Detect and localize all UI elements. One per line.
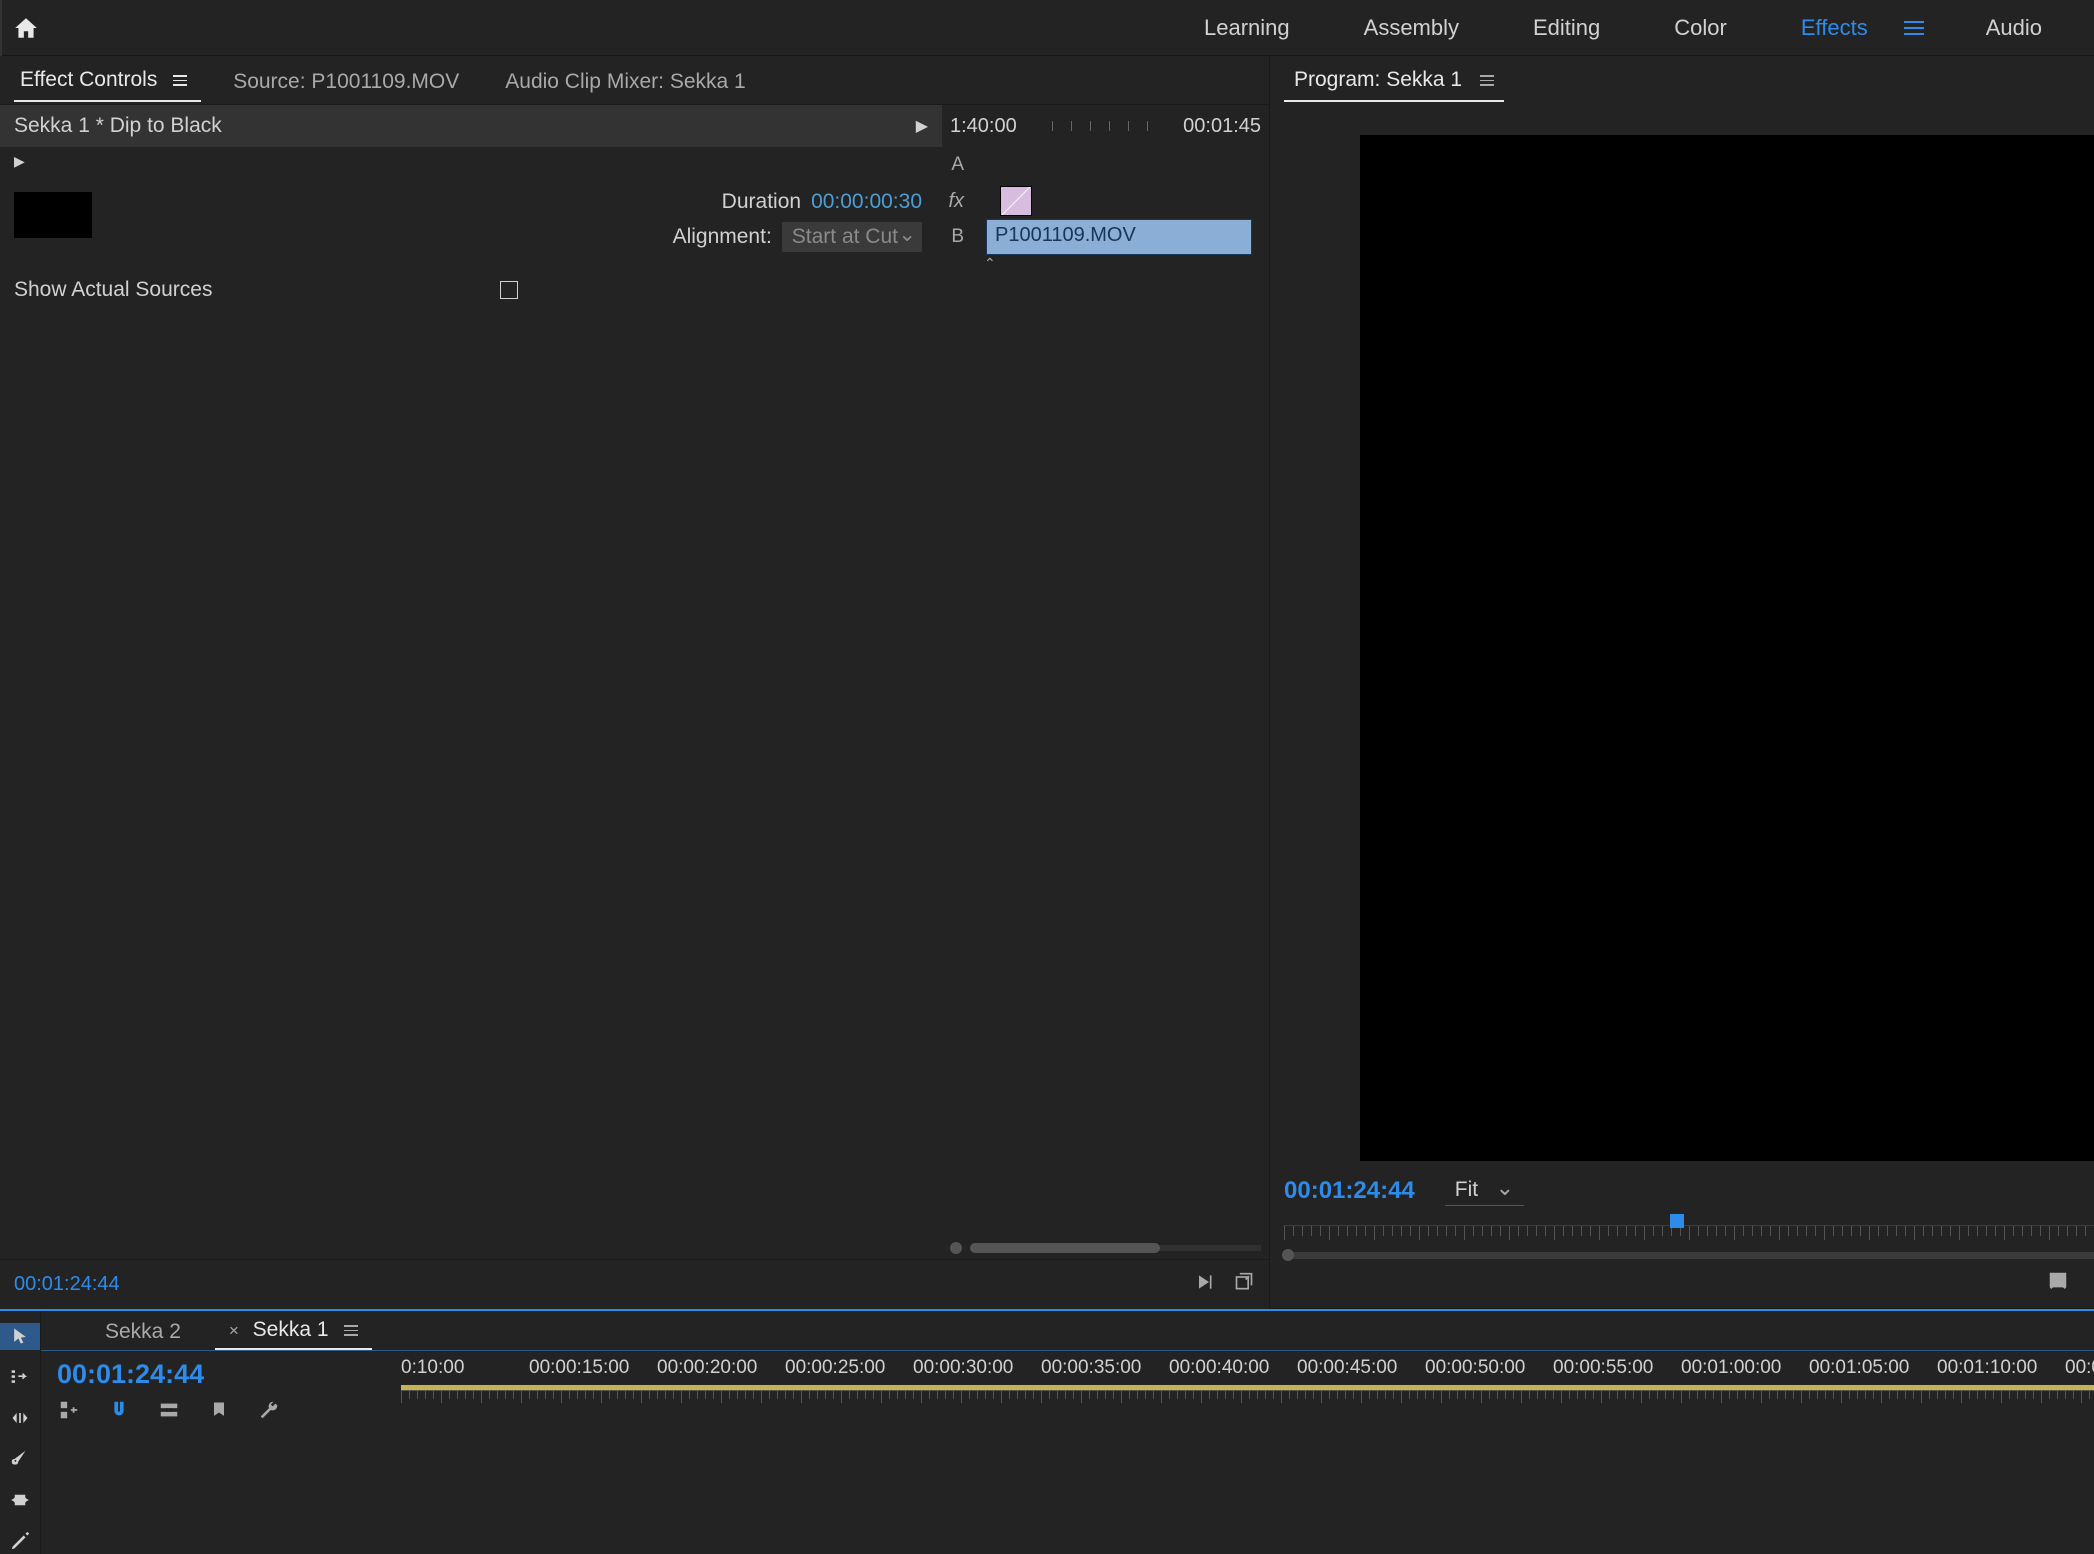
comparison-view-icon[interactable] bbox=[2046, 1270, 2070, 1298]
workspace-editing[interactable]: Editing bbox=[1501, 0, 1632, 56]
razor-tool[interactable] bbox=[0, 1445, 40, 1472]
ruler-label: 0:10:00 bbox=[401, 1357, 464, 1379]
timeline-timecode[interactable]: 00:01:24:44 bbox=[57, 1359, 385, 1390]
alignment-select[interactable]: Start at Cut bbox=[782, 222, 922, 252]
ripple-edit-tool[interactable] bbox=[0, 1405, 40, 1432]
tab-label: Sekka 1 bbox=[253, 1318, 329, 1341]
timeline-toolbar bbox=[0, 1311, 41, 1554]
program-video-canvas[interactable] bbox=[1360, 135, 2094, 1161]
workspace-learning[interactable]: Learning bbox=[1172, 0, 1322, 56]
program-timecode[interactable]: 00:01:24:44 bbox=[1284, 1177, 1415, 1205]
tab-label: Effect Controls bbox=[20, 68, 157, 91]
ruler-label: 00:00:40:00 bbox=[1169, 1357, 1269, 1379]
workspace-color[interactable]: Color bbox=[1642, 0, 1759, 56]
linked-selection-icon[interactable] bbox=[157, 1398, 181, 1422]
tab-label: Program: Sekka 1 bbox=[1294, 68, 1462, 91]
mini-time-right: 00:01:45 bbox=[1183, 115, 1261, 138]
program-scrollbar[interactable] bbox=[1284, 1252, 2094, 1259]
track-fx-label: fx bbox=[942, 190, 970, 213]
ruler-label: 00:00:35:00 bbox=[1041, 1357, 1141, 1379]
hamburger-icon[interactable] bbox=[1480, 75, 1494, 86]
program-panel: Program: Sekka 1 00:01:24:44 Fit } bbox=[1270, 56, 2094, 1309]
program-playhead-icon[interactable] bbox=[1670, 1214, 1684, 1228]
ruler-label: 00:01:10:00 bbox=[1937, 1357, 2037, 1379]
workspace-assembly[interactable]: Assembly bbox=[1332, 0, 1491, 56]
show-actual-sources-checkbox[interactable] bbox=[500, 281, 518, 299]
program-time-ruler[interactable] bbox=[1270, 1218, 2094, 1246]
ruler-label: 00:01:05:00 bbox=[1809, 1357, 1909, 1379]
selection-tool[interactable] bbox=[0, 1323, 40, 1350]
timeline-ruler-ticks bbox=[401, 1390, 2094, 1404]
pen-tool[interactable] bbox=[0, 1527, 40, 1554]
workspace-audio[interactable]: Audio bbox=[1954, 0, 2074, 56]
duration-label: Duration bbox=[722, 190, 801, 214]
track-select-tool[interactable] bbox=[0, 1364, 40, 1391]
tab-program[interactable]: Program: Sekka 1 bbox=[1284, 60, 1504, 102]
tab-label: Audio Clip Mixer: Sekka 1 bbox=[505, 70, 745, 93]
timeline-tab-sekka2[interactable]: Sekka 2 bbox=[91, 1314, 195, 1350]
transition-block[interactable] bbox=[1000, 186, 1032, 216]
show-actual-sources-label: Show Actual Sources bbox=[14, 278, 212, 302]
effect-controls-timecode[interactable]: 00:01:24:44 bbox=[14, 1273, 120, 1296]
snap-icon[interactable] bbox=[107, 1398, 131, 1422]
ruler-label: 00:00:25:00 bbox=[785, 1357, 885, 1379]
expand-icon[interactable]: ⌃ bbox=[942, 255, 1269, 272]
source-panel: Effect Controls Source: P1001109.MOV Aud… bbox=[0, 56, 1270, 1309]
tab-source[interactable]: Source: P1001109.MOV bbox=[227, 62, 473, 102]
tab-label: Source: P1001109.MOV bbox=[233, 70, 459, 93]
timeline-tab-sekka1[interactable]: × Sekka 1 bbox=[215, 1312, 373, 1350]
duration-value[interactable]: 00:00:00:30 bbox=[811, 190, 922, 214]
home-button[interactable] bbox=[0, 0, 50, 56]
tab-effect-controls[interactable]: Effect Controls bbox=[14, 60, 201, 102]
timeline-ruler[interactable]: 0:10:00 00:00:15:00 00:00:20:00 00:00:25:00… bbox=[401, 1351, 2094, 1385]
hamburger-icon[interactable] bbox=[173, 75, 187, 86]
play-icon[interactable]: ▶ bbox=[14, 153, 25, 170]
mini-ruler-ticks bbox=[1052, 121, 1148, 131]
track-a-label: A bbox=[942, 154, 970, 176]
effect-title: Sekka 1 * Dip to Black bbox=[14, 114, 222, 138]
mini-time-left: 1:40:00 bbox=[950, 115, 1017, 138]
insert-sequence-icon[interactable] bbox=[57, 1398, 81, 1422]
transition-thumbnail bbox=[14, 192, 92, 238]
workspace-effects[interactable]: Effects bbox=[1769, 0, 1900, 56]
ruler-label: 00:00:15:00 bbox=[529, 1357, 629, 1379]
clip-block[interactable]: P1001109.MOV bbox=[986, 219, 1252, 255]
arrow-right-icon[interactable]: ▶ bbox=[916, 116, 928, 136]
wrench-icon[interactable] bbox=[257, 1398, 281, 1422]
track-b-label: B bbox=[942, 226, 970, 248]
tab-label: Sekka 2 bbox=[105, 1320, 181, 1343]
only-play-icon[interactable] bbox=[1193, 1272, 1215, 1298]
ruler-label: 00:00:50:00 bbox=[1425, 1357, 1525, 1379]
export-frame-icon[interactable] bbox=[1233, 1272, 1255, 1298]
hamburger-icon[interactable] bbox=[344, 1325, 358, 1336]
ruler-label: 00:00:20:00 bbox=[657, 1357, 757, 1379]
mini-timeline-scrollbar[interactable] bbox=[942, 1237, 1269, 1259]
close-icon[interactable]: × bbox=[229, 1321, 239, 1340]
marker-icon[interactable] bbox=[207, 1398, 231, 1422]
ruler-label: 00:00:55:00 bbox=[1553, 1357, 1653, 1379]
ruler-label: 00:00:30:00 bbox=[913, 1357, 1013, 1379]
slip-tool[interactable] bbox=[0, 1486, 40, 1513]
ruler-label: 00:0 bbox=[2065, 1357, 2094, 1379]
workspace-menu-icon[interactable] bbox=[1904, 21, 1924, 35]
tab-audio-mixer[interactable]: Audio Clip Mixer: Sekka 1 bbox=[499, 62, 759, 102]
program-zoom-select[interactable]: Fit bbox=[1445, 1175, 1524, 1206]
alignment-label: Alignment: bbox=[673, 225, 772, 249]
ruler-label: 00:01:00:00 bbox=[1681, 1357, 1781, 1379]
ruler-label: 00:00:45:00 bbox=[1297, 1357, 1397, 1379]
